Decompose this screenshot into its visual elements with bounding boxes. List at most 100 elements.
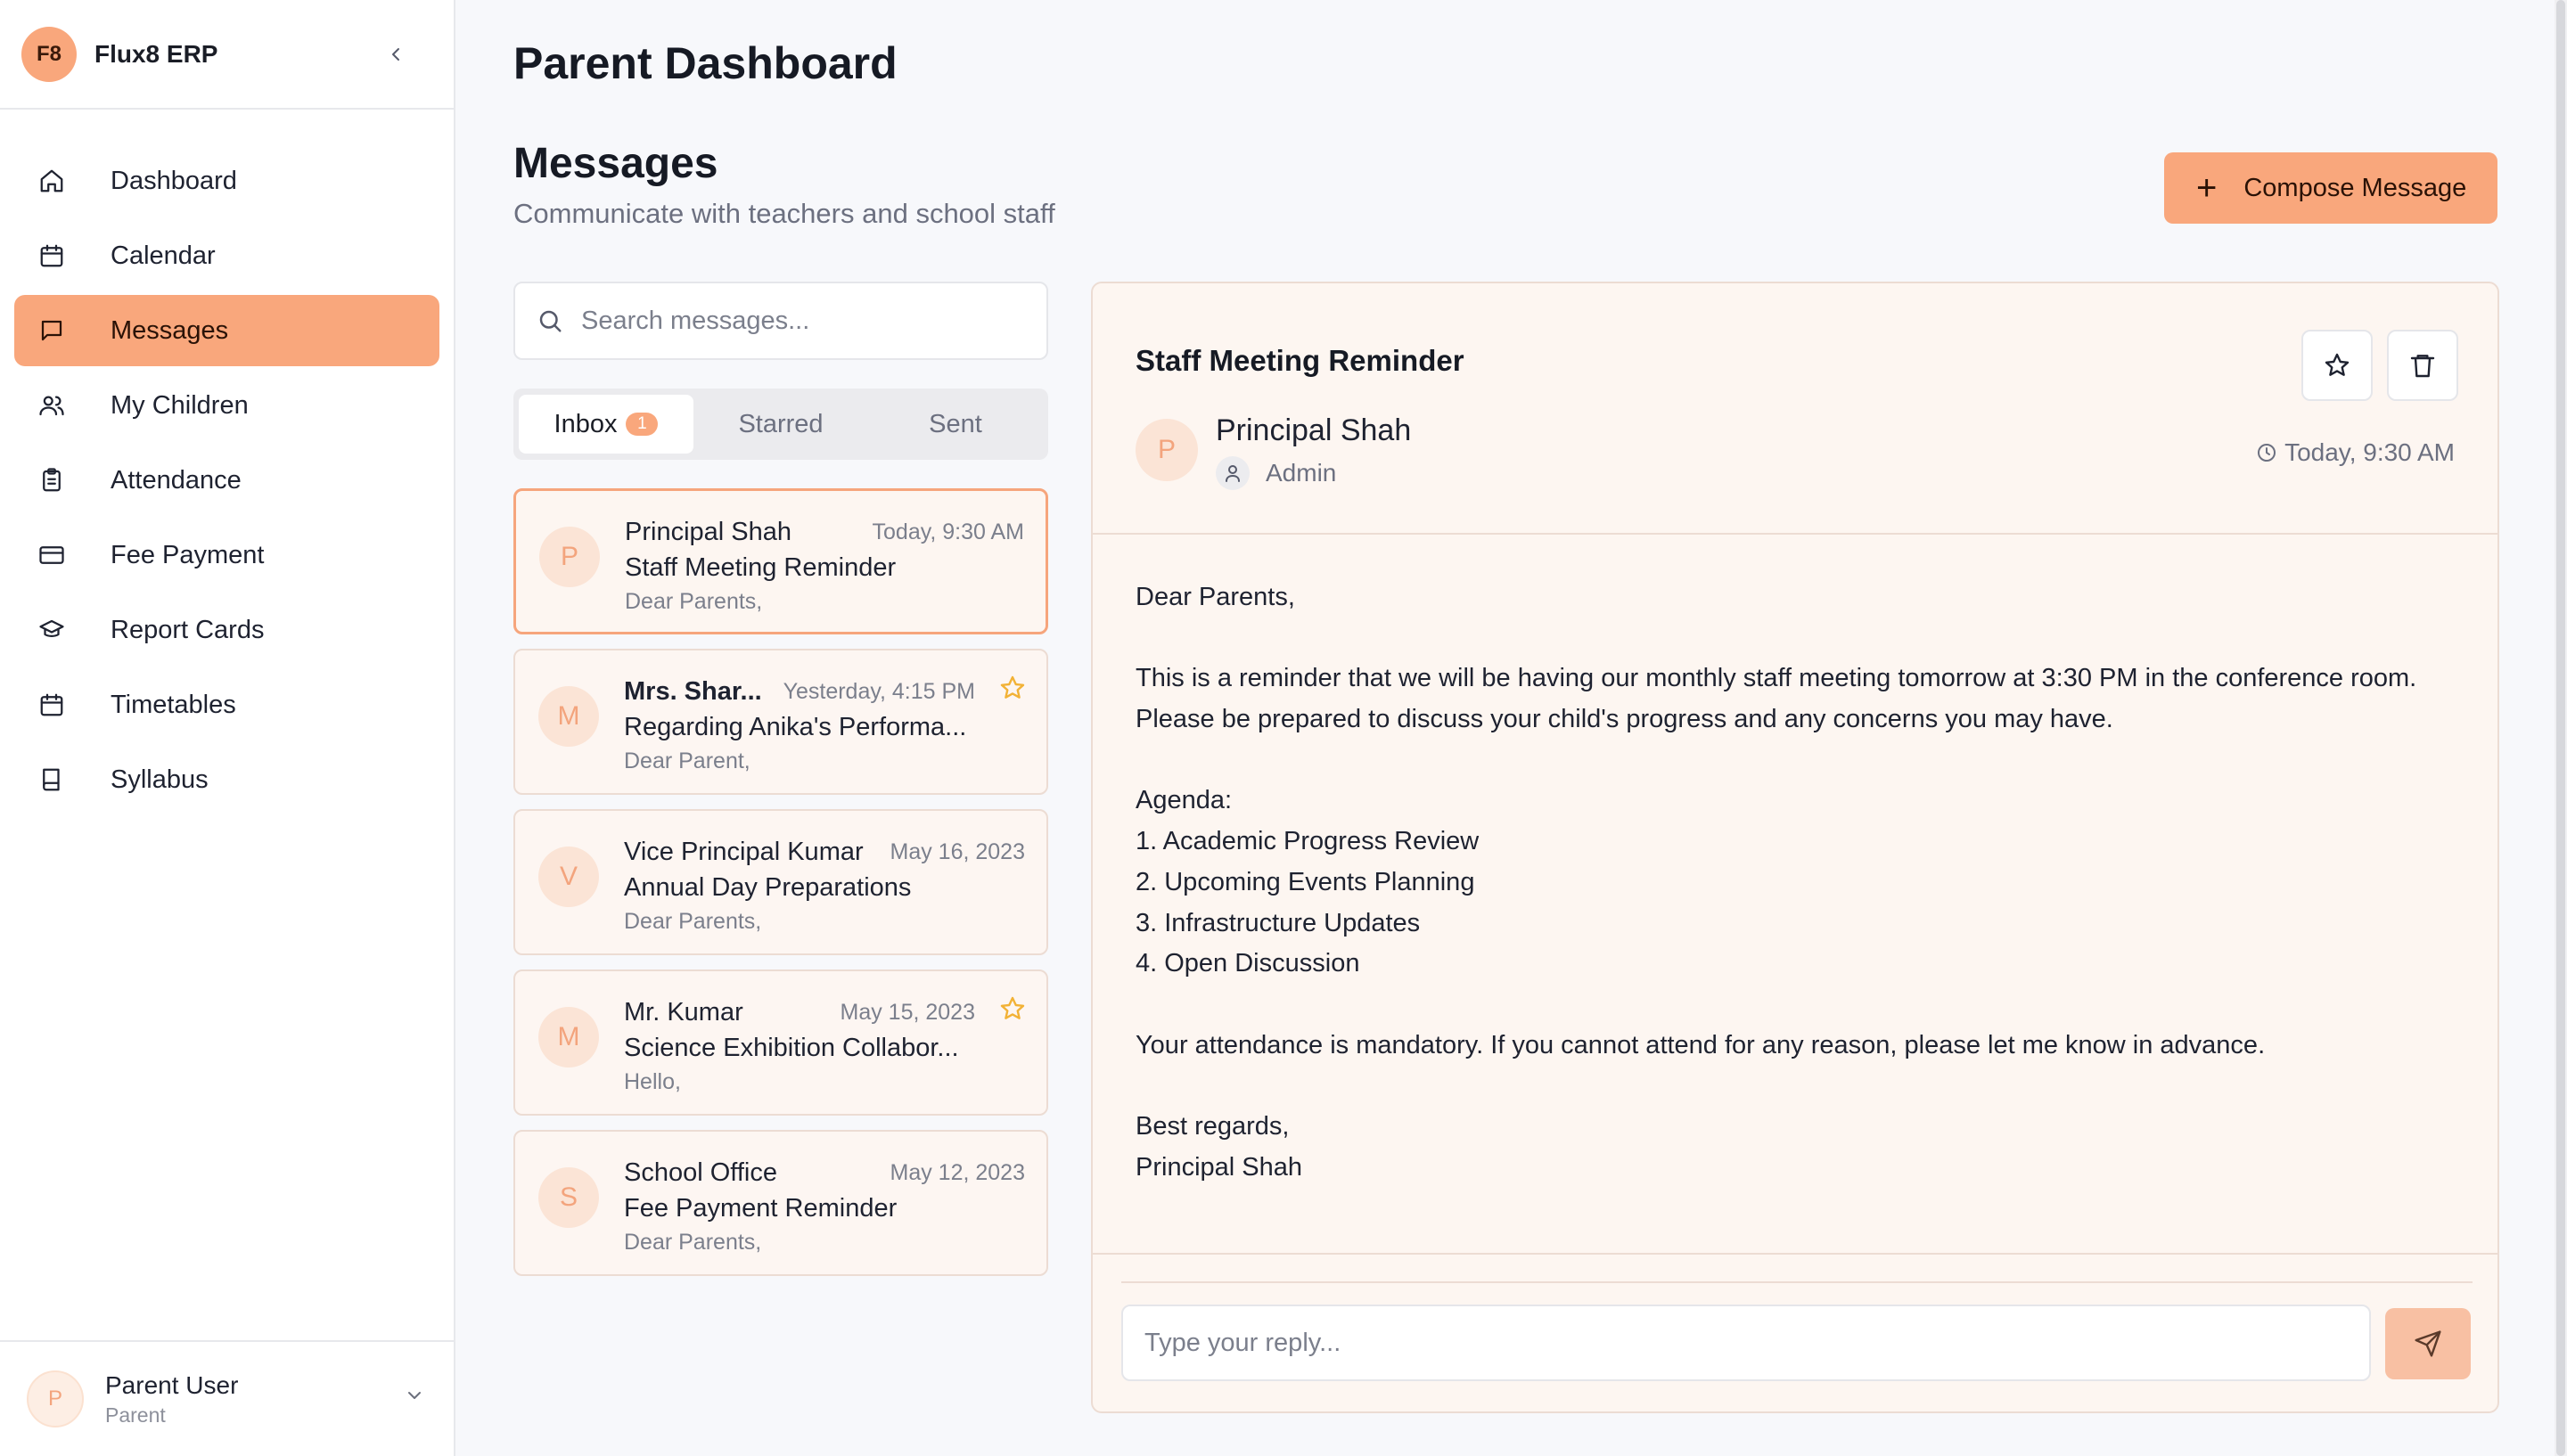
sidebar-item-calendar[interactable]: Calendar <box>14 220 439 291</box>
sidebar-item-dashboard[interactable]: Dashboard <box>14 145 439 217</box>
list-item[interactable]: V Vice Principal Kumar May 16, 2023 Annu… <box>513 809 1048 955</box>
list-item[interactable]: M Mr. Kumar May 15, 2023 Science Exhibit… <box>513 969 1048 1116</box>
send-button[interactable] <box>2385 1308 2471 1379</box>
collapse-sidebar-button[interactable] <box>379 37 413 71</box>
credit-card-icon <box>36 539 68 571</box>
search-box[interactable] <box>513 282 1048 360</box>
message-detail: Staff Meeting Reminder P Principal Shah … <box>1091 282 2499 1413</box>
brand-header: F8 Flux8 ERP <box>0 0 454 110</box>
sidebar-item-fee-payment[interactable]: Fee Payment <box>14 519 439 591</box>
message-date: Today, 9:30 AM <box>872 519 1024 544</box>
message-preview: Dear Parent, <box>624 748 750 773</box>
sidebar-item-my-children[interactable]: My Children <box>14 370 439 441</box>
list-item[interactable]: M Mrs. Shar... Yesterday, 4:15 PM Regard… <box>513 649 1048 795</box>
plus-icon: + <box>2196 168 2218 208</box>
avatar: P <box>1136 419 1198 481</box>
message-list: P Principal Shah Today, 9:30 AM Staff Me… <box>513 488 1048 1290</box>
message-preview: Dear Parents, <box>624 1230 762 1255</box>
sidebar-nav: Dashboard Calendar Messages My Children … <box>0 110 454 815</box>
avatar: P <box>27 1370 84 1427</box>
scrollbar[interactable] <box>2555 0 2567 1456</box>
trash-icon <box>2410 355 2435 378</box>
list-item[interactable]: P Principal Shah Today, 9:30 AM Staff Me… <box>513 488 1048 634</box>
section-subtitle: Communicate with teachers and school sta… <box>513 198 1055 229</box>
app-name: Flux8 ERP <box>94 39 218 68</box>
time-label: Today, 9:30 AM <box>2284 438 2455 466</box>
tab-label: Starred <box>738 409 824 438</box>
body-paragraph: This is a reminder that we will be havin… <box>1136 664 2417 734</box>
message-tabs: Inbox 1 Starred Sent <box>513 389 1048 460</box>
clock-icon <box>2258 444 2276 462</box>
search-icon <box>539 310 562 332</box>
body-paragraph: Your attendance is mandatory. If you can… <box>1136 1030 2266 1059</box>
message-sender: Mr. Kumar <box>624 998 743 1027</box>
sidebar-item-label: Messages <box>111 315 229 345</box>
tab-inbox[interactable]: Inbox 1 <box>519 395 693 454</box>
sidebar-item-label: Attendance <box>111 465 242 495</box>
app-logo: F8 <box>21 26 77 82</box>
star-message-button[interactable] <box>2301 330 2373 401</box>
message-subject: Science Exhibition Collabor... <box>624 1034 959 1062</box>
reply-box[interactable] <box>1121 1305 2371 1381</box>
sidebar-item-label: My Children <box>111 390 249 420</box>
sidebar-item-messages[interactable]: Messages <box>14 295 439 366</box>
message-body: Dear Parents, This is a reminder that we… <box>1136 577 2464 1188</box>
send-icon <box>2415 1330 2441 1357</box>
search-input[interactable] <box>581 306 1027 336</box>
avatar: M <box>538 686 599 747</box>
star-icon[interactable] <box>998 994 1027 1027</box>
sidebar-item-attendance[interactable]: Attendance <box>14 445 439 516</box>
message-subject: Regarding Anika's Performa... <box>624 713 967 741</box>
users-icon <box>36 389 68 421</box>
tab-label: Inbox <box>554 409 618 438</box>
avatar: V <box>538 847 599 907</box>
message-preview: Hello, <box>624 1069 681 1094</box>
tab-starred[interactable]: Starred <box>693 395 868 454</box>
sender-role: Admin <box>1216 456 1336 490</box>
tab-sent[interactable]: Sent <box>868 395 1043 454</box>
user-icon <box>1216 456 1250 490</box>
message-date: May 16, 2023 <box>890 839 1026 864</box>
section-title: Messages <box>513 140 718 187</box>
sidebar-item-label: Report Cards <box>111 615 265 644</box>
message-detail-subject: Staff Meeting Reminder <box>1136 344 1464 377</box>
avatar: S <box>538 1167 599 1228</box>
list-item[interactable]: S School Office May 12, 2023 Fee Payment… <box>513 1130 1048 1276</box>
sidebar: F8 Flux8 ERP Dashboard Calendar Messages… <box>0 0 455 1456</box>
sidebar-item-label: Timetables <box>111 690 236 719</box>
chevron-left-icon <box>392 48 399 61</box>
sidebar-item-timetables[interactable]: Timetables <box>14 669 439 740</box>
sidebar-item-label: Syllabus <box>111 765 209 794</box>
message-date: May 12, 2023 <box>890 1160 1026 1185</box>
compose-label: Compose Message <box>2243 173 2467 202</box>
sidebar-item-label: Calendar <box>111 241 216 270</box>
sidebar-item-syllabus[interactable]: Syllabus <box>14 744 439 815</box>
chevron-down-icon[interactable] <box>404 1385 425 1411</box>
message-sender: Principal Shah <box>625 518 791 546</box>
message-subject: Staff Meeting Reminder <box>625 553 897 582</box>
message-detail-sender: Principal Shah <box>1216 413 1412 447</box>
avatar: P <box>539 527 600 587</box>
compose-message-button[interactable]: + Compose Message <box>2164 152 2497 224</box>
message-subject: Fee Payment Reminder <box>624 1194 898 1223</box>
sidebar-item-label: Dashboard <box>111 166 237 195</box>
user-menu[interactable]: P Parent User Parent <box>0 1340 455 1456</box>
calendar-icon <box>36 240 68 272</box>
star-icon <box>2325 353 2350 376</box>
message-date: May 15, 2023 <box>840 1000 976 1025</box>
clipboard-icon <box>36 464 68 496</box>
message-preview: Dear Parents, <box>625 589 763 614</box>
scrollbar-thumb[interactable] <box>2556 0 2565 1456</box>
message-detail-time: Today, 9:30 AM <box>2256 438 2455 467</box>
reply-input[interactable] <box>1144 1328 2339 1358</box>
sidebar-item-report-cards[interactable]: Report Cards <box>14 594 439 666</box>
sidebar-item-label: Fee Payment <box>111 540 265 569</box>
graduation-cap-icon <box>36 614 68 646</box>
body-paragraph: Agenda: 1. Academic Progress Review 2. U… <box>1136 786 1480 978</box>
star-icon[interactable] <box>998 674 1027 707</box>
delete-message-button[interactable] <box>2387 330 2458 401</box>
tab-label: Sent <box>929 409 982 438</box>
user-name: Parent User <box>105 1370 239 1399</box>
message-preview: Dear Parents, <box>624 909 762 934</box>
reply-area <box>1093 1253 2497 1411</box>
